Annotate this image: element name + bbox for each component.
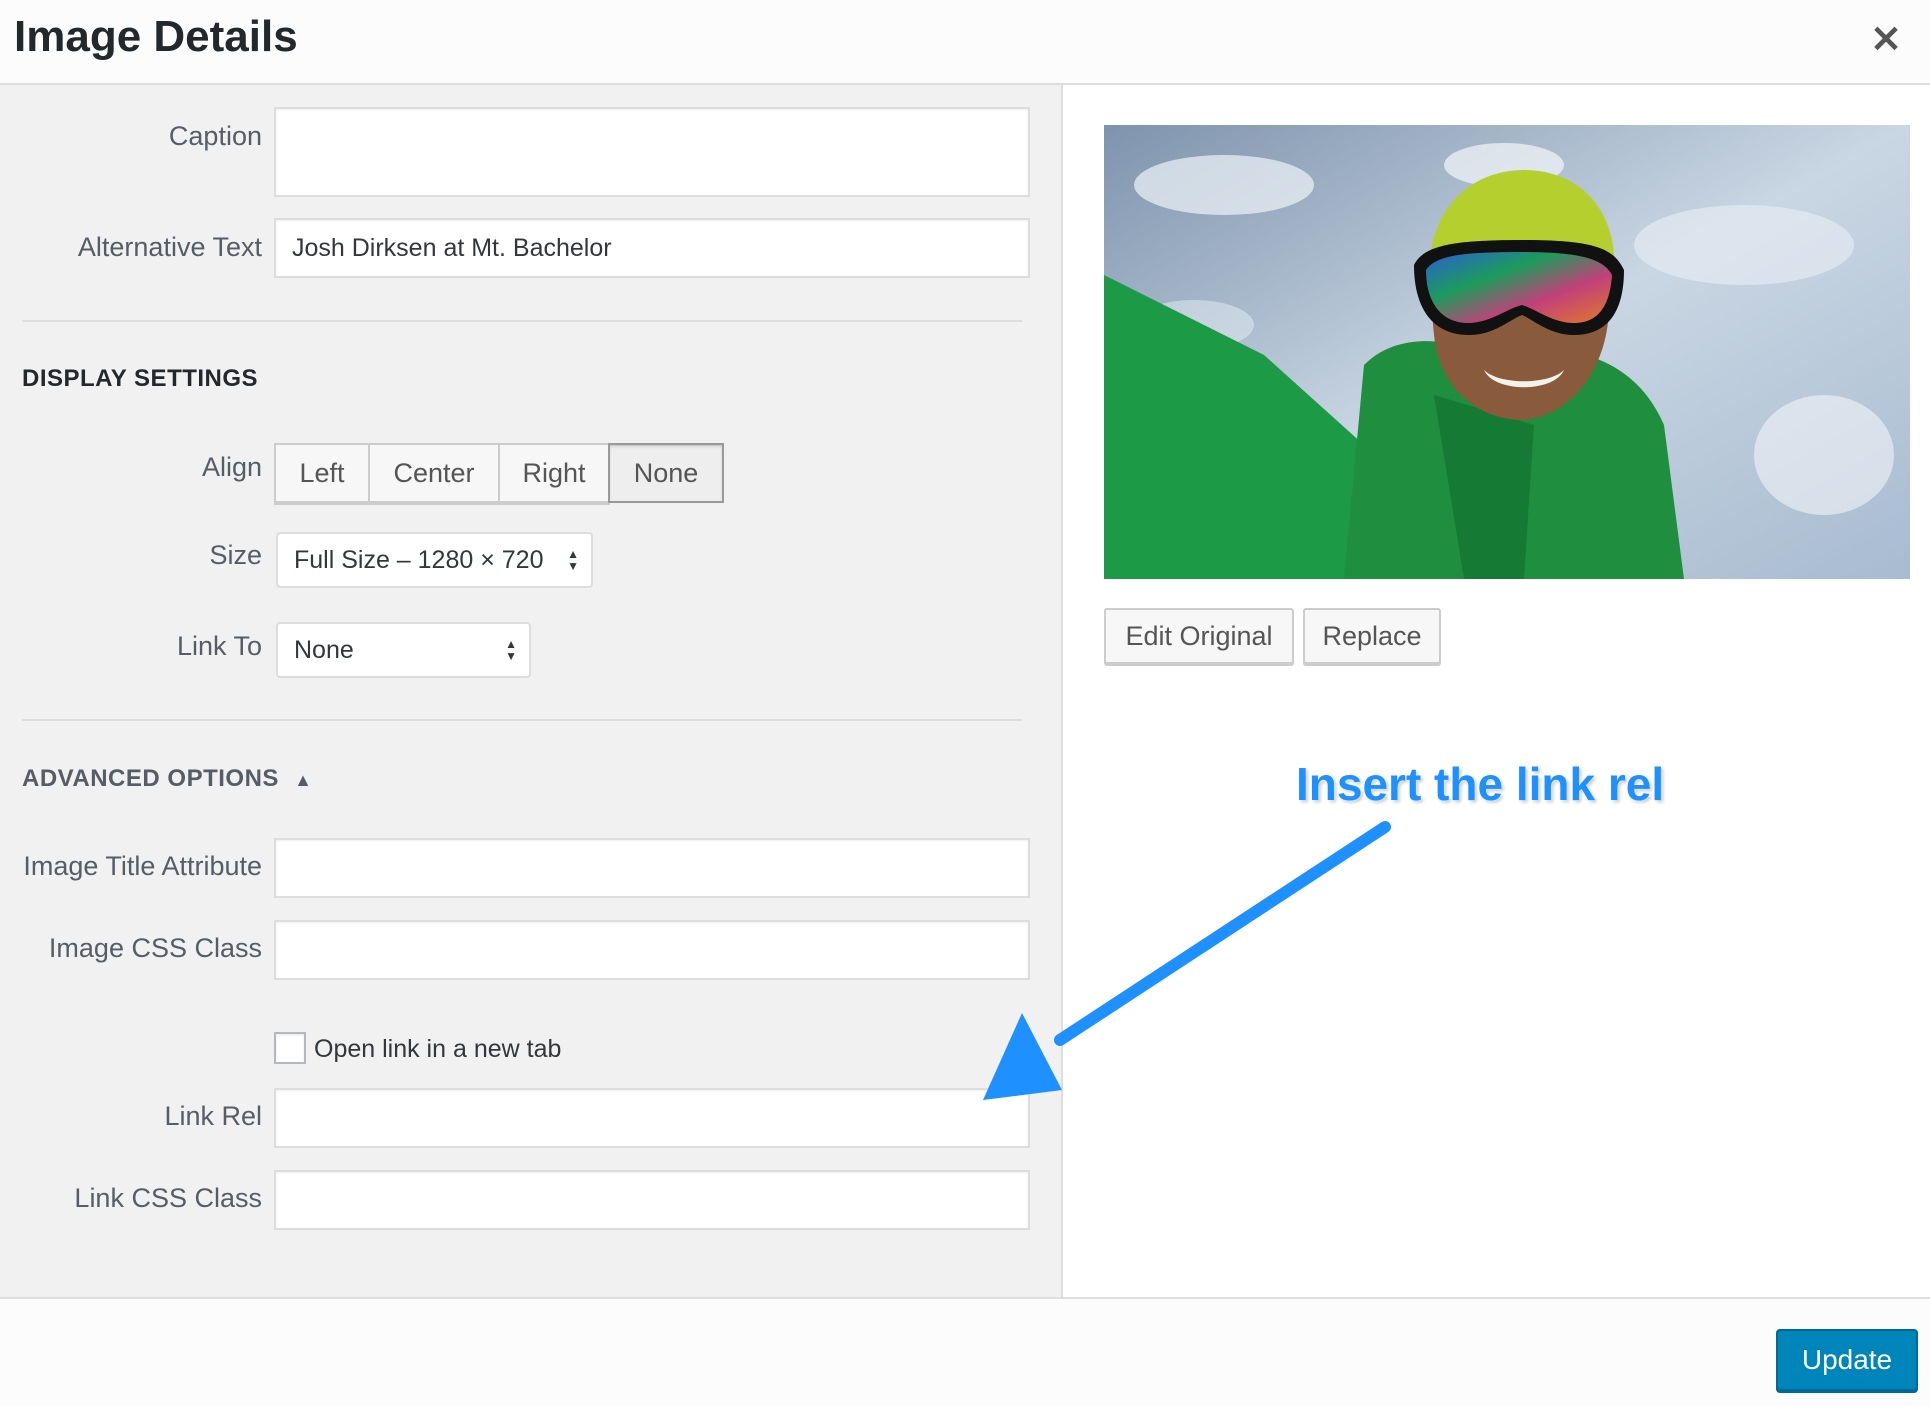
- caption-label: Caption: [168, 121, 262, 151]
- size-select-value: Full Size – 1280 × 720: [294, 545, 544, 574]
- size-label: Size: [209, 540, 262, 570]
- divider: [22, 320, 1022, 322]
- align-left-button[interactable]: Left: [274, 443, 370, 503]
- align-center-button[interactable]: Center: [368, 443, 500, 503]
- image-preview: [1104, 125, 1910, 579]
- align-button-group: Left Center Right None: [274, 443, 724, 503]
- link-css-class-label: Link CSS Class: [74, 1183, 262, 1213]
- image-details-modal: Image Details × Caption Alternative Text…: [0, 0, 1930, 1406]
- select-arrows-icon: ▲ ▼: [505, 637, 517, 663]
- image-css-class-label: Image CSS Class: [48, 933, 262, 963]
- close-icon[interactable]: ×: [1856, 8, 1916, 68]
- advanced-options-toggle[interactable]: ADVANCED OPTIONS ▲: [22, 765, 312, 793]
- align-label: Align: [201, 452, 262, 482]
- size-select[interactable]: Full Size – 1280 × 720 ▲ ▼: [276, 532, 593, 588]
- image-title-attribute-label: Image Title Attribute: [23, 851, 262, 881]
- align-none-button[interactable]: None: [608, 443, 724, 503]
- link-rel-label: Link Rel: [164, 1101, 262, 1131]
- link-to-label: Link To: [176, 631, 262, 661]
- annotation-callout: Insert the link rel: [1296, 758, 1665, 810]
- update-button[interactable]: Update: [1776, 1329, 1918, 1391]
- alt-text-input[interactable]: Josh Dirksen at Mt. Bachelor: [274, 218, 1030, 278]
- select-arrows-icon: ▲ ▼: [567, 547, 579, 573]
- modal-title: Image Details: [14, 12, 298, 61]
- advanced-options-heading: ADVANCED OPTIONS: [22, 765, 279, 792]
- divider: [22, 719, 1022, 721]
- align-right-button[interactable]: Right: [498, 443, 610, 503]
- settings-panel: Caption Alternative Text Josh Dirksen at…: [0, 85, 1063, 1297]
- edit-original-button[interactable]: Edit Original: [1104, 608, 1294, 664]
- modal-header: Image Details ×: [0, 0, 1930, 85]
- modal-footer: Update: [0, 1297, 1930, 1406]
- replace-button[interactable]: Replace: [1303, 608, 1441, 664]
- open-new-tab-label[interactable]: Open link in a new tab: [314, 1035, 561, 1064]
- link-rel-input[interactable]: [274, 1088, 1030, 1148]
- display-settings-heading: DISPLAY SETTINGS: [22, 365, 259, 392]
- skier-photo: [1104, 125, 1910, 579]
- link-to-select[interactable]: None ▲ ▼: [276, 622, 531, 678]
- link-css-class-input[interactable]: [274, 1170, 1030, 1230]
- link-to-select-value: None: [294, 635, 354, 664]
- image-css-class-input[interactable]: [274, 920, 1030, 980]
- image-title-attribute-input[interactable]: [274, 838, 1030, 898]
- triangle-up-icon: ▲: [294, 770, 313, 790]
- open-new-tab-checkbox[interactable]: [274, 1032, 306, 1064]
- caption-textarea[interactable]: [274, 107, 1030, 197]
- annotation-arrow-icon: [983, 821, 1391, 1100]
- alt-text-label: Alternative Text: [77, 232, 262, 262]
